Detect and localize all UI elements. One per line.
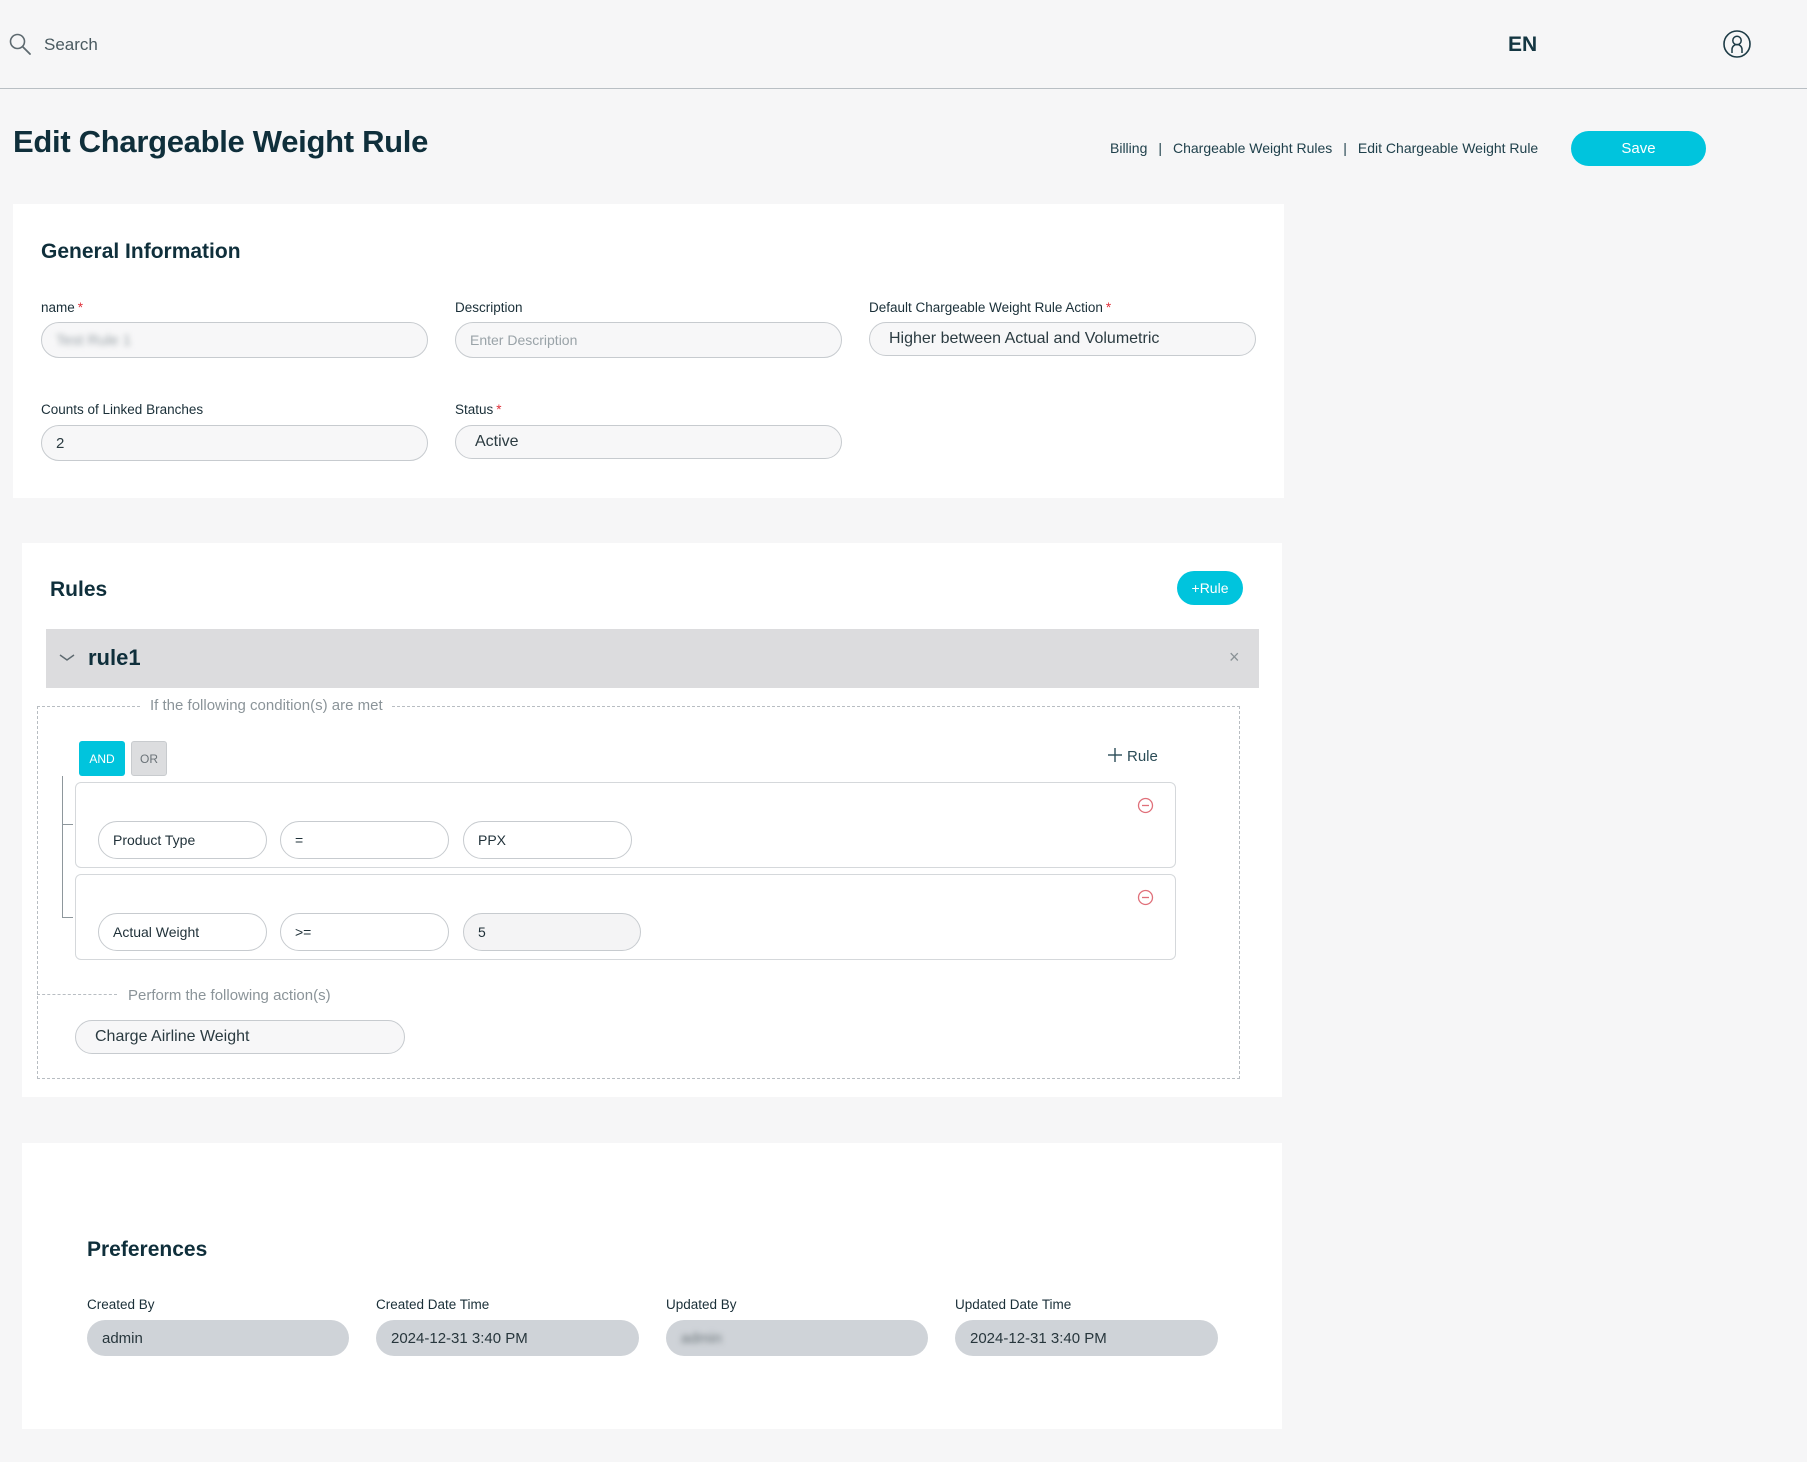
updated-by-field: admin (666, 1320, 928, 1356)
add-condition-button[interactable]: Rule (1108, 748, 1158, 765)
chevron-down-icon[interactable] (58, 650, 76, 664)
preferences-title: Preferences (87, 1238, 208, 1261)
rules-title: Rules (50, 578, 108, 601)
condition-field-select[interactable]: Product Type (98, 821, 267, 859)
status-label: Status * (455, 402, 502, 417)
name-input[interactable]: Test Rule 1 (41, 322, 428, 358)
save-button[interactable]: Save (1571, 131, 1706, 166)
user-icon[interactable] (1722, 29, 1752, 59)
preferences-card (22, 1143, 1282, 1429)
condition-tree-line (62, 776, 73, 918)
created-date-field: 2024-12-31 3:40 PM (376, 1320, 639, 1356)
action-select[interactable]: Charge Airline Weight (75, 1020, 405, 1054)
breadcrumb-billing[interactable]: Billing (1110, 140, 1147, 156)
action-divider (37, 994, 117, 995)
condition-operator-select[interactable]: >= (280, 913, 449, 951)
remove-circle-icon[interactable] (1137, 889, 1154, 906)
default-action-select[interactable]: Higher between Actual and Volumetric (869, 322, 1256, 356)
remove-circle-icon[interactable] (1137, 797, 1154, 814)
breadcrumb: Billing | Chargeable Weight Rules | Edit Cha… (1110, 140, 1538, 156)
add-condition-label: Rule (1127, 748, 1158, 765)
plus-icon (1108, 748, 1122, 762)
or-toggle-button[interactable]: OR (131, 741, 167, 776)
action-value: Charge Airline Weight (95, 1028, 250, 1045)
created-by-value: admin (102, 1329, 143, 1347)
condition-value-select[interactable]: PPX (463, 821, 632, 859)
condition-field-value: Product Type (113, 832, 196, 848)
rule-header[interactable] (46, 629, 1259, 688)
created-by-label: Created By (87, 1297, 155, 1312)
description-label: Description (455, 300, 523, 315)
updated-date-value: 2024-12-31 3:40 PM (970, 1329, 1107, 1347)
condition-operator-value: >= (295, 924, 312, 940)
status-select[interactable]: Active (455, 425, 842, 459)
condition-field-select[interactable]: Actual Weight (98, 913, 267, 951)
updated-by-value: admin (681, 1329, 722, 1347)
breadcrumb-separator: | (1158, 140, 1162, 156)
search-input[interactable] (40, 30, 340, 60)
status-value: Active (475, 433, 519, 450)
breadcrumb-chargeable-weight-rules[interactable]: Chargeable Weight Rules (1173, 140, 1332, 156)
condition-legend: If the following condition(s) are met (141, 697, 392, 714)
description-input[interactable]: Enter Description (455, 322, 842, 358)
name-value: Test Rule 1 (56, 331, 132, 349)
condition-value-text: 5 (478, 924, 486, 940)
add-rule-button[interactable]: +Rule (1177, 571, 1243, 605)
default-action-label: Default Chargeable Weight Rule Action * (869, 300, 1112, 315)
updated-date-label: Updated Date Time (955, 1297, 1072, 1312)
language-selector[interactable]: EN (1508, 33, 1537, 57)
condition-operator-select[interactable]: = (280, 821, 449, 859)
created-by-field: admin (87, 1320, 349, 1356)
condition-value-input[interactable]: 5 (463, 913, 641, 951)
name-label: name * (41, 300, 84, 315)
linked-branches-label: Counts of Linked Branches (41, 402, 204, 417)
general-information-title: General Information (41, 240, 241, 263)
search-icon[interactable] (8, 32, 32, 56)
close-icon[interactable]: × (1229, 647, 1240, 668)
condition-value-text: PPX (478, 832, 507, 848)
rule-name: rule1 (88, 645, 141, 670)
condition-operator-value: = (295, 832, 304, 848)
condition-field-value: Actual Weight (113, 924, 200, 940)
updated-date-field: 2024-12-31 3:40 PM (955, 1320, 1218, 1356)
linked-branches-value: 2 (56, 434, 65, 452)
description-placeholder: Enter Description (470, 332, 578, 348)
action-legend: Perform the following action(s) (128, 987, 331, 1004)
breadcrumb-current: Edit Chargeable Weight Rule (1357, 140, 1539, 156)
linked-branches-input[interactable]: 2 (41, 425, 428, 461)
created-date-value: 2024-12-31 3:40 PM (391, 1329, 528, 1347)
page-title: Edit Chargeable Weight Rule (13, 124, 429, 159)
updated-by-label: Updated By (666, 1297, 737, 1312)
and-toggle-button[interactable]: AND (79, 741, 125, 776)
default-action-value: Higher between Actual and Volumetric (889, 330, 1160, 347)
created-date-label: Created Date Time (376, 1297, 490, 1312)
breadcrumb-separator: | (1343, 140, 1347, 156)
